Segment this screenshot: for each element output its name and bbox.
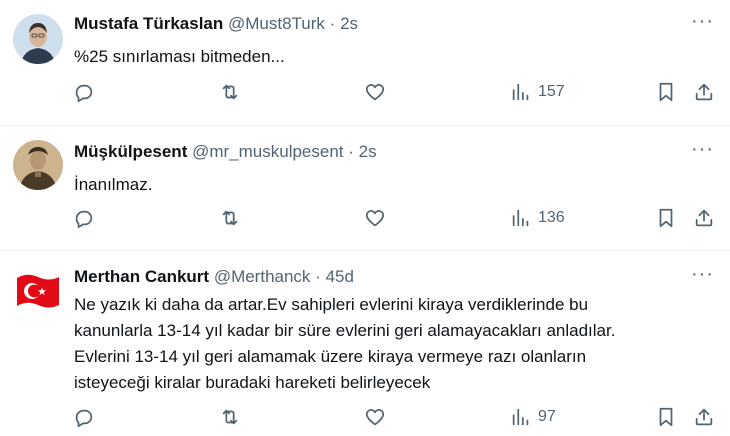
share-button[interactable] [693, 207, 715, 229]
like-icon [365, 210, 385, 227]
retweet-icon [222, 409, 238, 425]
reply-button[interactable] [73, 81, 95, 103]
like-button[interactable] [364, 81, 386, 103]
tweet-header: Mustafa Türkaslan @Must8Turk · 2s [74, 14, 358, 34]
tweet-text-line: Evlerini 13-14 yıl geri alamamak üzere k… [74, 347, 587, 366]
share-button[interactable] [693, 406, 715, 428]
tweet-actions: 157 [0, 81, 730, 111]
tweet-actions: 136 [0, 207, 730, 237]
bookmark-icon [659, 208, 673, 228]
retweet-icon [222, 84, 238, 100]
tweet-text: İnanılmaz. [74, 172, 152, 198]
view-count: 97 [538, 408, 556, 425]
tweet-text-line: isteyeceği kiralar buradaki hareketi bel… [74, 373, 431, 392]
views-icon [512, 408, 529, 426]
timestamp[interactable]: 2s [359, 142, 377, 161]
avatar[interactable] [13, 266, 63, 316]
avatar[interactable] [13, 140, 63, 190]
views-button[interactable]: 157 [510, 81, 565, 103]
tweet-2[interactable]: Müşkülpesent @mr_muskulpesent · 2s ··· İ… [0, 126, 730, 250]
retweet-icon [222, 210, 238, 226]
tweet-3[interactable]: Merthan Cankurt @Merthanck · 45d ··· Ne … [0, 251, 730, 428]
bookmark-button[interactable] [655, 207, 677, 229]
tweet-actions: 97 [0, 406, 730, 436]
author-name[interactable]: Müşkülpesent [74, 142, 187, 161]
like-button[interactable] [364, 207, 386, 229]
view-count: 157 [538, 83, 565, 100]
tweet-text-line: %25 sınırlaması bitmeden... [74, 47, 285, 66]
reply-icon [75, 84, 93, 103]
retweet-button[interactable] [219, 406, 241, 428]
timestamp[interactable]: 2s [340, 14, 358, 33]
turkish-flag-icon [13, 266, 63, 316]
tweet-text-line: kanunlarla 13-14 yıl kadar bir süre evle… [74, 321, 616, 340]
more-icon[interactable]: ··· [691, 10, 714, 33]
author-handle[interactable]: @Merthanck [214, 267, 311, 286]
tweet-text-line: Ne yazık ki daha da artar.Ev sahipleri e… [74, 295, 589, 314]
retweet-button[interactable] [219, 207, 241, 229]
reply-button[interactable] [73, 207, 95, 229]
bookmark-button[interactable] [655, 81, 677, 103]
more-icon[interactable]: ··· [691, 138, 714, 161]
author-handle[interactable]: @Must8Turk [228, 14, 325, 33]
views-button[interactable]: 136 [510, 207, 565, 229]
view-count: 136 [538, 209, 565, 226]
tweet-text-line: İnanılmaz. [74, 175, 153, 194]
like-icon [365, 84, 385, 101]
more-icon[interactable]: ··· [691, 263, 714, 286]
separator-dot: · [315, 267, 321, 286]
tweet-1[interactable]: Mustafa Türkaslan @Must8Turk · 2s ··· %2… [0, 0, 730, 125]
bookmark-icon [659, 82, 673, 102]
author-name[interactable]: Mustafa Türkaslan [74, 14, 223, 33]
tweet-header: Müşkülpesent @mr_muskulpesent · 2s [74, 142, 377, 162]
like-icon [365, 409, 385, 426]
timestamp[interactable]: 45d [326, 267, 354, 286]
reply-icon [75, 409, 93, 428]
tweet-text: Ne yazık ki daha da artar.Ev sahipleri e… [74, 292, 615, 396]
views-icon [512, 83, 529, 101]
like-button[interactable] [364, 406, 386, 428]
bookmark-icon [659, 407, 673, 427]
tweet-text: %25 sınırlaması bitmeden... [74, 44, 285, 70]
author-name[interactable]: Merthan Cankurt [74, 267, 209, 286]
author-handle[interactable]: @mr_muskulpesent [192, 142, 343, 161]
separator-dot: · [329, 14, 336, 33]
retweet-button[interactable] [219, 81, 241, 103]
views-button[interactable]: 97 [510, 406, 556, 428]
avatar[interactable] [13, 14, 63, 64]
tweet-header: Merthan Cankurt @Merthanck · 45d [74, 267, 354, 287]
reply-icon [75, 210, 93, 229]
views-icon [512, 209, 529, 227]
share-button[interactable] [693, 81, 715, 103]
share-icon [695, 408, 713, 426]
share-icon [695, 209, 713, 227]
share-icon [695, 83, 713, 101]
bookmark-button[interactable] [655, 406, 677, 428]
separator-dot: · [348, 142, 354, 161]
reply-button[interactable] [73, 406, 95, 428]
